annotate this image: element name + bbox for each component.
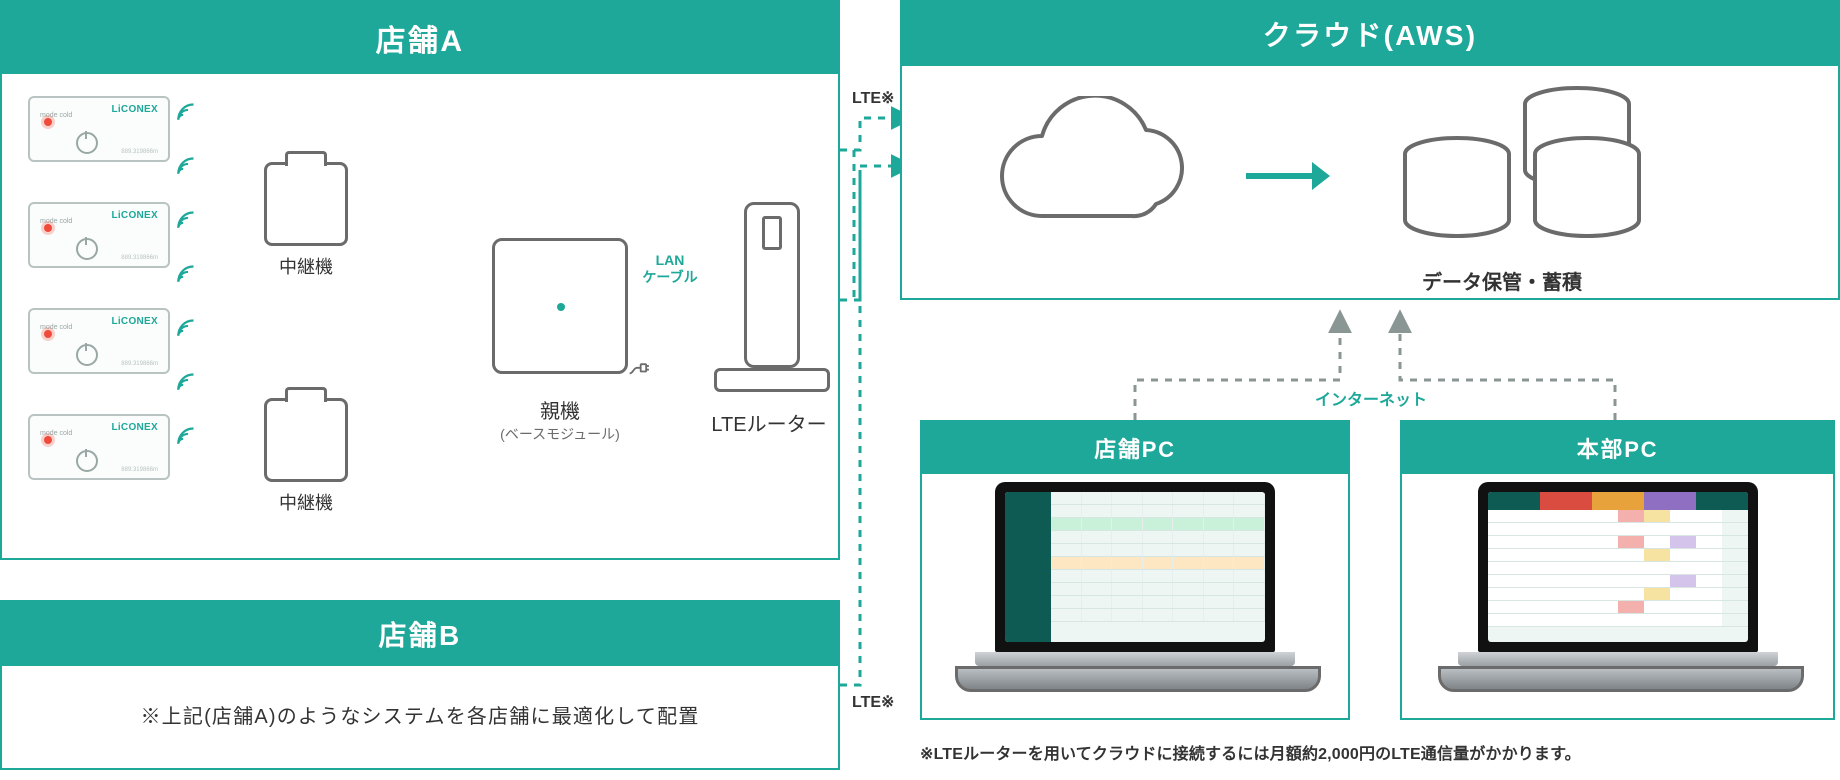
sensor-led-icon [44, 224, 52, 232]
sensor-device: LiCONEX mode cold 889.319866m [28, 414, 170, 480]
lte-link-label-b: LTE※ [852, 692, 894, 712]
cloud-storage-label: データ保管・蓄積 [1422, 266, 1582, 295]
base-module-device: 親機 (ベースモジュール) [492, 238, 628, 374]
wifi-icon [174, 98, 200, 124]
store-b-panel: 店舗B ※上記(店舗A)のようなシステムを各店舗に最適化して配置 [0, 600, 840, 770]
sensor-led-icon [44, 330, 52, 338]
store-a-title: 店舗A [2, 2, 838, 74]
lte-router-device: LTEルーター [714, 202, 824, 392]
cloud-panel: クラウド(AWS) [900, 0, 1840, 300]
sensor-ms: 889.319866m [121, 149, 158, 155]
arrow-right-icon [1242, 156, 1332, 196]
power-icon [76, 344, 98, 366]
hq-pc-title: 本部PC [1402, 422, 1833, 474]
repeater-device: 中継機 [264, 398, 348, 482]
internet-link-label: インターネット [1315, 386, 1427, 410]
store-b-title: 店舗B [2, 602, 838, 666]
repeater-cap-icon [285, 387, 327, 402]
store-pc-panel: 店舗PC [920, 420, 1350, 720]
sensor-brand: LiCONEX [111, 104, 158, 115]
lan-cable-label: LAN ケーブル [630, 252, 710, 286]
repeater-label: 中継機 [279, 253, 333, 279]
cloud-icon [982, 96, 1202, 246]
base-led-icon [557, 303, 565, 311]
laptop-icon [955, 482, 1315, 702]
footnote: ※LTEルーターを用いてクラウドに接続するには月額約2,000円のLTE通信量が… [920, 740, 1581, 764]
base-label: 親機 (ベースモジュール) [460, 395, 660, 444]
store-b-desc: ※上記(店舗A)のようなシステムを各店舗に最適化して配置 [2, 666, 838, 729]
wifi-icon [174, 260, 200, 286]
cloud-title: クラウド(AWS) [902, 2, 1838, 66]
store-a-panel: 店舗A LiCONEX mode cold 889.319866m LiCONE… [0, 0, 840, 560]
repeater-device: 中継機 [264, 162, 348, 246]
power-icon [76, 450, 98, 472]
power-icon [76, 132, 98, 154]
wifi-icon [174, 152, 200, 178]
sensor-device: LiCONEX mode cold 889.319866m [28, 308, 170, 374]
store-pc-title: 店舗PC [922, 422, 1348, 474]
wifi-icon [174, 368, 200, 394]
store-pc-app-preview [1005, 492, 1265, 642]
repeater-label: 中継機 [279, 489, 333, 515]
wifi-icon [174, 422, 200, 448]
lte-link-label-a: LTE※ [852, 88, 894, 108]
sensor-device: LiCONEX mode cold 889.319866m [28, 96, 170, 162]
hq-pc-panel: 本部PC [1400, 420, 1835, 720]
sensor-device: LiCONEX mode cold 889.319866m [28, 202, 170, 268]
router-label: LTEルーター [669, 408, 869, 437]
repeater-cap-icon [285, 151, 327, 166]
wifi-icon [174, 206, 200, 232]
wifi-icon [174, 314, 200, 340]
power-icon [76, 238, 98, 260]
sensor-led-icon [44, 436, 52, 444]
laptop-icon [1438, 482, 1798, 702]
plug-icon [625, 355, 649, 377]
sensor-led-icon [44, 118, 52, 126]
hq-pc-app-preview [1488, 492, 1748, 642]
database-icon [1372, 86, 1672, 256]
